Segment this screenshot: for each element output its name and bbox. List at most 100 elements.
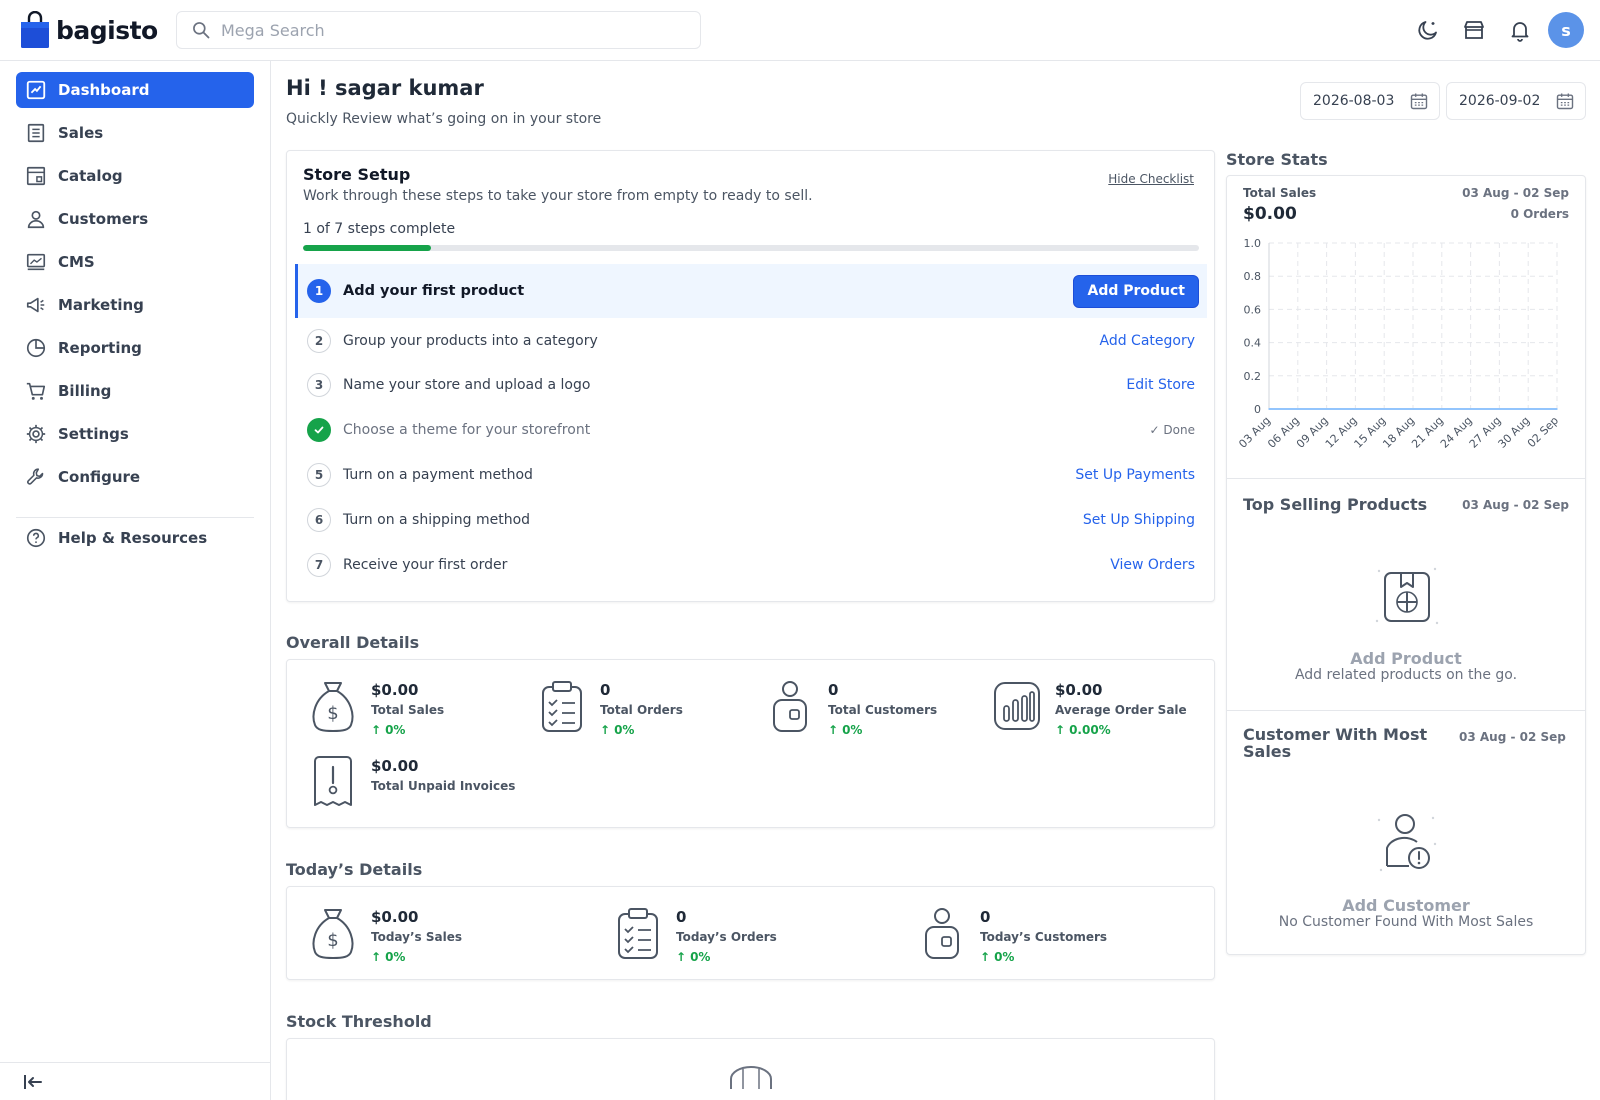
sales-line-chart: 00.20.40.60.81.003 Aug06 Aug09 Aug12 Aug… [1236,237,1561,451]
set-up-shipping-link[interactable]: Set Up Shipping [1083,512,1195,528]
sidebar-item-cms[interactable]: CMS [16,244,254,280]
overall-details-card: $ $0.00 Total Sales ↑ 0% 0 Total Orders ↑… [286,659,1215,828]
dashboard-icon [24,78,48,102]
page-subtitle: Quickly Review what’s going on in your s… [286,111,602,127]
bell-icon[interactable] [1508,18,1532,42]
brand-logo[interactable]: bagisto [20,11,158,49]
sidebar-item-configure[interactable]: Configure [16,459,254,495]
end-date-field[interactable]: 2026-09-02 [1446,82,1586,120]
edit-store-link[interactable]: Edit Store [1126,377,1195,393]
add-product-empty-desc: Add related products on the go. [1294,667,1518,683]
sidebar-item-reporting[interactable]: Reporting [16,330,254,366]
search-icon [193,22,210,39]
stat-label: Total Orders [600,703,683,717]
clipboard-icon [618,908,658,959]
clipboard-icon [542,681,582,732]
hide-checklist-link[interactable]: Hide Checklist [1108,172,1194,186]
arrow-up-icon: ↑ [828,723,839,737]
sidebar-item-marketing[interactable]: Marketing [16,287,254,323]
stat-change-value: 0% [690,950,711,964]
top-customers-title: Customer With Most Sales [1243,725,1428,761]
arrow-up-icon: ↑ [676,950,687,964]
top-selling-title: Top Selling Products [1243,495,1428,514]
mega-search[interactable] [176,11,701,49]
stat-todays-sales: $ $0.00 Today’s Sales ↑ 0% [309,906,462,964]
stat-total-unpaid-invoices: $0.00 Total Unpaid Invoices [309,755,515,809]
sidebar-item-catalog[interactable]: Catalog [16,158,254,194]
step-label: Name your store and upload a logo [343,377,591,393]
stat-change-value: 0% [385,950,406,964]
stat-change: ↑ 0.00% [1055,723,1187,737]
stat-average-order-sale: $0.00 Average Order Sale ↑ 0.00% [993,679,1187,737]
stat-change: ↑ 0% [371,723,444,737]
add-customer-empty-title: Add Customer [1342,896,1470,915]
sidebar-item-label: Configure [58,468,141,486]
card-divider [1227,478,1585,479]
step-number: 7 [307,553,331,577]
sidebar: Dashboard Sales Catalog Customers CMS Ma… [0,61,271,1100]
cms-icon [24,250,48,274]
help-circle-icon [24,526,48,550]
sidebar-item-dashboard[interactable]: Dashboard [16,72,254,108]
receipt-icon [24,121,48,145]
store-icon[interactable] [1462,18,1486,42]
stat-change-value: 0% [994,950,1015,964]
sidebar-item-billing[interactable]: Billing [16,373,254,409]
sidebar-item-customers[interactable]: Customers [16,201,254,237]
arrow-up-icon: ↑ [371,950,382,964]
x-tick-label: 30 Aug [1496,414,1533,451]
arrow-up-icon: ↑ [371,723,382,737]
total-orders-count: 0 Orders [1510,207,1569,221]
collapse-sidebar-icon[interactable] [22,1072,44,1092]
stat-value: $0.00 [371,757,419,775]
stat-value: 0 [600,681,611,699]
start-date-field[interactable]: 2026-08-03 [1300,82,1440,120]
sidebar-item-sales[interactable]: Sales [16,115,254,151]
step-label: Choose a theme for your storefront [343,422,591,438]
add-category-link[interactable]: Add Category [1099,333,1195,349]
sidebar-item-settings[interactable]: Settings [16,416,254,452]
stat-label: Total Customers [828,703,938,717]
sidebar-item-label: CMS [58,253,95,271]
stat-change: ↑ 0% [600,723,683,737]
data-point [1469,408,1472,410]
stat-value: 0 [676,908,687,926]
add-product-button[interactable]: Add Product [1073,274,1199,308]
arrow-up-icon: ↑ [600,723,611,737]
stat-change: ↑ 0% [980,950,1107,964]
add-product-empty-title: Add Product [1350,649,1462,668]
sidebar-item-help[interactable]: Help & Resources [16,520,254,556]
step-label: Turn on a payment method [343,467,533,483]
data-point [1297,408,1299,410]
sidebar-item-label: Catalog [58,167,123,185]
sidebar-item-label: Billing [58,382,112,400]
customer-icon [925,908,959,959]
total-sales-range: 03 Aug - 02 Sep [1462,186,1569,200]
store-setup-card: Store Setup Work through these steps to … [286,150,1215,602]
stat-value: 0 [828,681,839,699]
stat-label: Today’s Orders [676,930,777,944]
setup-step-1: 1 Add your first product Add Product [295,264,1207,318]
step-label: Turn on a shipping method [343,512,531,528]
stat-change: ↑ 0% [371,950,462,964]
empty-box-icon [730,1066,772,1089]
todays-details-title: Today’s Details [286,860,423,879]
set-up-payments-link[interactable]: Set Up Payments [1075,467,1195,483]
total-sales-value: $0.00 [1243,204,1297,224]
stat-todays-customers: 0 Today’s Customers ↑ 0% [918,906,1107,964]
y-tick-label: 0.4 [1244,337,1262,350]
pie-chart-icon [24,336,48,360]
stock-threshold-title: Stock Threshold [286,1012,432,1031]
page-title: Hi ! sagar kumar [286,76,484,100]
end-date-value: 2026-09-02 [1459,93,1541,109]
megaphone-icon [24,293,48,317]
view-orders-link[interactable]: View Orders [1110,557,1195,573]
overall-details-title: Overall Details [286,633,420,652]
step-number: 6 [307,508,331,532]
moon-icon[interactable] [1416,18,1440,42]
sidebar-item-label: Sales [58,124,104,142]
user-avatar[interactable]: s [1548,12,1584,48]
add-product-icon [1375,567,1439,625]
search-input[interactable] [221,20,681,40]
sidebar-item-label: Settings [58,425,129,443]
